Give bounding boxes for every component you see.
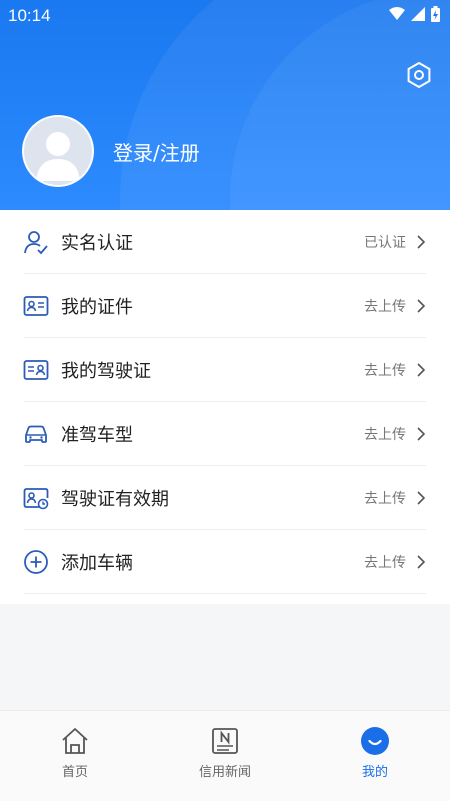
home-icon (59, 725, 91, 757)
car-icon (23, 421, 49, 447)
status-icons (389, 6, 440, 22)
menu-item-label: 我的证件 (61, 297, 133, 318)
chevron-right-icon (417, 363, 426, 377)
menu-item-label: 驾驶证有效期 (61, 489, 169, 510)
menu-item-my-documents[interactable]: 我的证件 去上传 (0, 274, 450, 338)
chevron-right-icon (417, 235, 426, 249)
default-avatar-icon (36, 132, 80, 181)
chevron-right-icon (417, 299, 426, 313)
profile-icon (359, 725, 391, 757)
menu-item-status: 已认证 (364, 235, 406, 251)
chevron-right-icon (417, 555, 426, 569)
menu-item-vehicle-class[interactable]: 准驾车型 去上传 (0, 402, 450, 466)
menu-item-label: 准驾车型 (61, 425, 133, 446)
menu-item-label: 实名认证 (61, 233, 133, 254)
add-circle-icon (23, 549, 49, 575)
tab-credit-news[interactable]: 信用新闻 (150, 711, 300, 801)
menu-item-label: 添加车辆 (61, 553, 133, 574)
avatar[interactable] (22, 115, 94, 187)
tab-label: 我的 (361, 765, 388, 780)
tab-label: 首页 (61, 765, 88, 780)
user-verified-icon (23, 229, 49, 255)
signal-icon (411, 7, 425, 21)
menu-item-status: 去上传 (364, 363, 406, 379)
id-card-icon (23, 293, 49, 319)
battery-charging-icon (431, 6, 440, 22)
wifi-icon (389, 7, 405, 20)
menu-item-driver-license[interactable]: 我的驾驶证 去上传 (0, 338, 450, 402)
menu-item-status: 去上传 (364, 555, 406, 571)
chevron-right-icon (417, 491, 426, 505)
menu-item-add-vehicle[interactable]: 添加车辆 去上传 (0, 530, 450, 594)
settings-button[interactable] (404, 60, 434, 90)
status-bar: 10:14 (0, 0, 450, 32)
profile-menu-list: 实名认证 已认证 我的证件 去上传 我的驾驶证 去上传 准驾车型 去上传 驾驶证… (0, 210, 450, 604)
news-icon (209, 725, 241, 757)
menu-item-license-validity[interactable]: 驾驶证有效期 去上传 (0, 466, 450, 530)
menu-item-status: 去上传 (364, 427, 406, 443)
profile-header: 10:14 登录/注册 (0, 0, 450, 210)
tab-label: 信用新闻 (198, 765, 251, 780)
bottom-tab-bar: 首页 信用新闻 我的 (0, 710, 450, 801)
menu-item-status: 去上传 (364, 491, 406, 507)
login-register-link[interactable]: 登录/注册 (113, 137, 200, 166)
chevron-right-icon (417, 427, 426, 441)
menu-item-real-name[interactable]: 实名认证 已认证 (0, 210, 450, 274)
tab-mine[interactable]: 我的 (300, 711, 450, 801)
settings-icon (407, 61, 431, 89)
divider (24, 593, 426, 594)
menu-item-status: 去上传 (364, 299, 406, 315)
status-time: 10:14 (8, 6, 51, 25)
driver-license-icon (23, 357, 49, 383)
tab-home[interactable]: 首页 (0, 711, 150, 801)
menu-item-label: 我的驾驶证 (61, 361, 151, 382)
license-expiry-icon (23, 485, 49, 511)
